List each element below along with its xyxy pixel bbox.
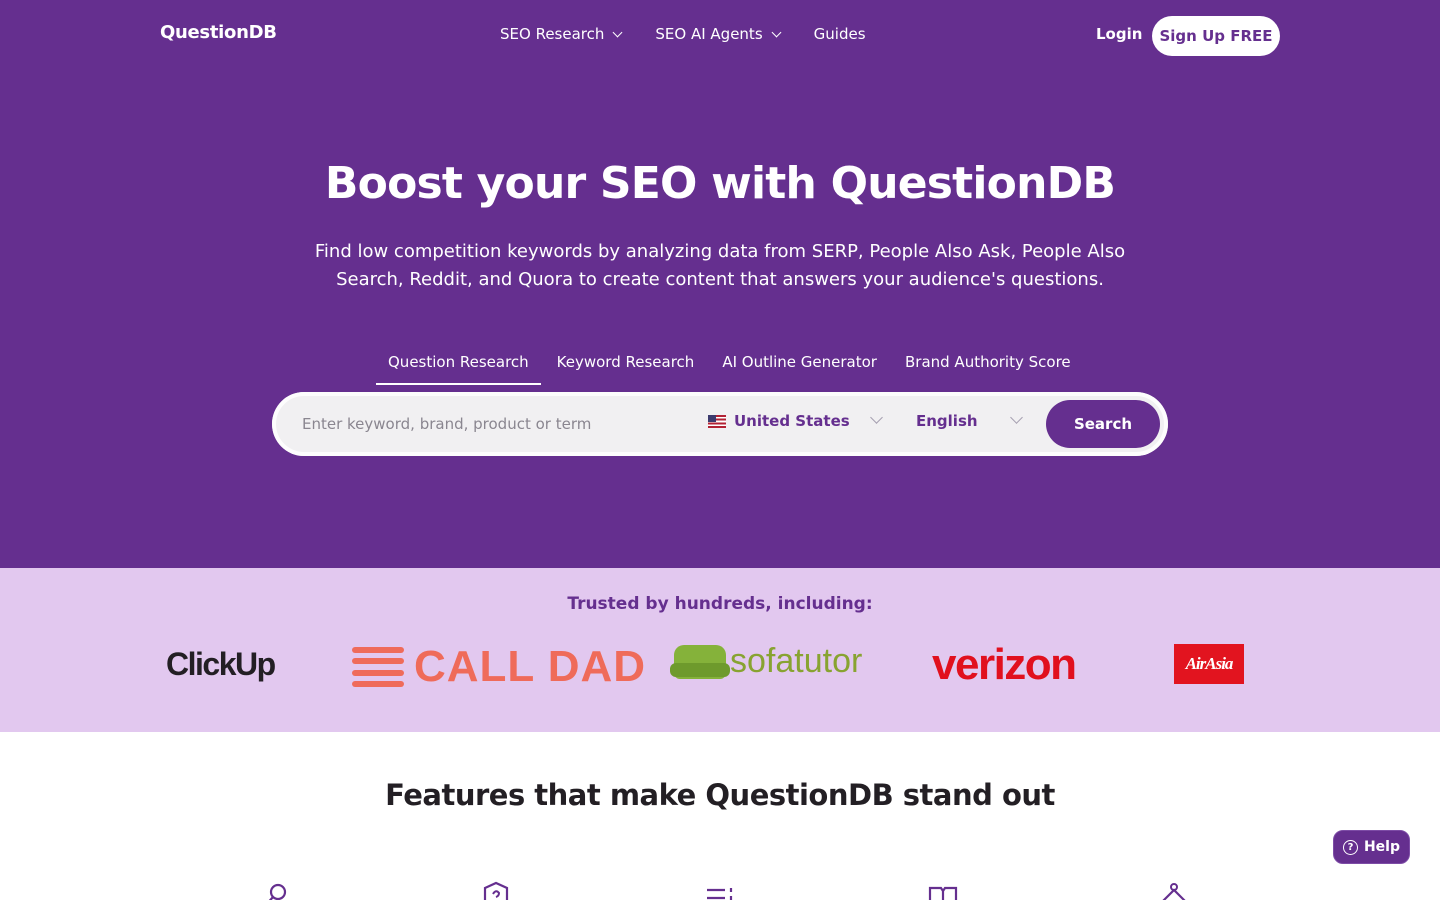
- nav-guides[interactable]: Guides: [814, 25, 866, 43]
- nav-seo-research[interactable]: SEO Research: [500, 25, 623, 43]
- calldad-logo: CALL DAD: [352, 642, 646, 692]
- list-icon: [705, 880, 735, 900]
- page-title: Boost your SEO with QuestionDB: [324, 158, 1116, 209]
- chevron-down-icon: [612, 27, 623, 37]
- search-input[interactable]: [302, 406, 682, 442]
- language-select-value: English: [916, 412, 978, 430]
- nav-seo-ai-agents[interactable]: SEO AI Agents: [655, 25, 782, 43]
- calldad-waves-icon: [352, 647, 404, 687]
- country-select[interactable]: United States: [708, 411, 888, 430]
- hanger-icon: [1158, 880, 1188, 900]
- sofatutor-logo-text: sofatutor: [730, 642, 863, 680]
- sofatutor-logo: sofatutor: [670, 642, 863, 681]
- country-select-value: United States: [734, 412, 850, 430]
- nav-seo-research-label: SEO Research: [500, 25, 605, 43]
- site-logo[interactable]: QuestionDB: [160, 22, 277, 43]
- trusted-title: Trusted by hundreds, including:: [567, 594, 873, 614]
- search-bar: United States English Search: [272, 392, 1168, 456]
- tab-question-research[interactable]: Question Research: [376, 344, 541, 385]
- hero-section: QuestionDB SEO Research SEO AI Agents Gu…: [0, 0, 1440, 568]
- trusted-section: Trusted by hundreds, including: ClickUp …: [0, 568, 1440, 732]
- top-nav: QuestionDB SEO Research SEO AI Agents Gu…: [0, 0, 1440, 70]
- question-circle-icon: ?: [1342, 839, 1358, 855]
- research-tabs: Question Research Keyword Research AI Ou…: [376, 344, 1087, 385]
- tab-ai-outline-generator[interactable]: AI Outline Generator: [710, 344, 889, 385]
- hero-subtitle: Find low competition keywords by analyzi…: [314, 241, 1126, 290]
- chevron-down-icon: [771, 27, 782, 37]
- verizon-logo-text: verizon: [932, 640, 1077, 689]
- nav-seo-ai-agents-label: SEO AI Agents: [655, 25, 763, 43]
- login-link[interactable]: Login: [1096, 25, 1142, 43]
- airasia-logo: AirAsia: [1174, 644, 1244, 684]
- help-label: Help: [1363, 839, 1401, 855]
- search-button[interactable]: Search: [1046, 400, 1160, 448]
- signup-button[interactable]: Sign Up FREE: [1152, 16, 1280, 56]
- chevron-down-icon: [870, 411, 883, 424]
- airasia-logo-text: AirAsia: [1185, 654, 1234, 673]
- verizon-logo: verizon: [932, 640, 1077, 690]
- tab-keyword-research[interactable]: Keyword Research: [545, 344, 707, 385]
- nav-links: SEO Research SEO AI Agents Guides: [500, 25, 866, 43]
- image-question-icon: [481, 880, 511, 900]
- help-button[interactable]: ? Help: [1333, 830, 1410, 864]
- features-title: Features that make QuestionDB stand out: [385, 778, 1055, 812]
- nav-guides-label: Guides: [813, 25, 866, 43]
- calldad-logo-text: CALL DAD: [414, 642, 647, 691]
- sofa-icon: [670, 644, 730, 679]
- tab-brand-authority-score[interactable]: Brand Authority Score: [893, 344, 1083, 385]
- chevron-down-icon: [1010, 411, 1023, 424]
- book-icon: [928, 880, 958, 900]
- clickup-logo-text: ClickUp: [166, 646, 276, 682]
- language-select[interactable]: English: [916, 411, 1026, 430]
- clickup-logo: ClickUp: [166, 646, 276, 683]
- us-flag-icon: [708, 414, 726, 428]
- key-icon: [261, 880, 291, 900]
